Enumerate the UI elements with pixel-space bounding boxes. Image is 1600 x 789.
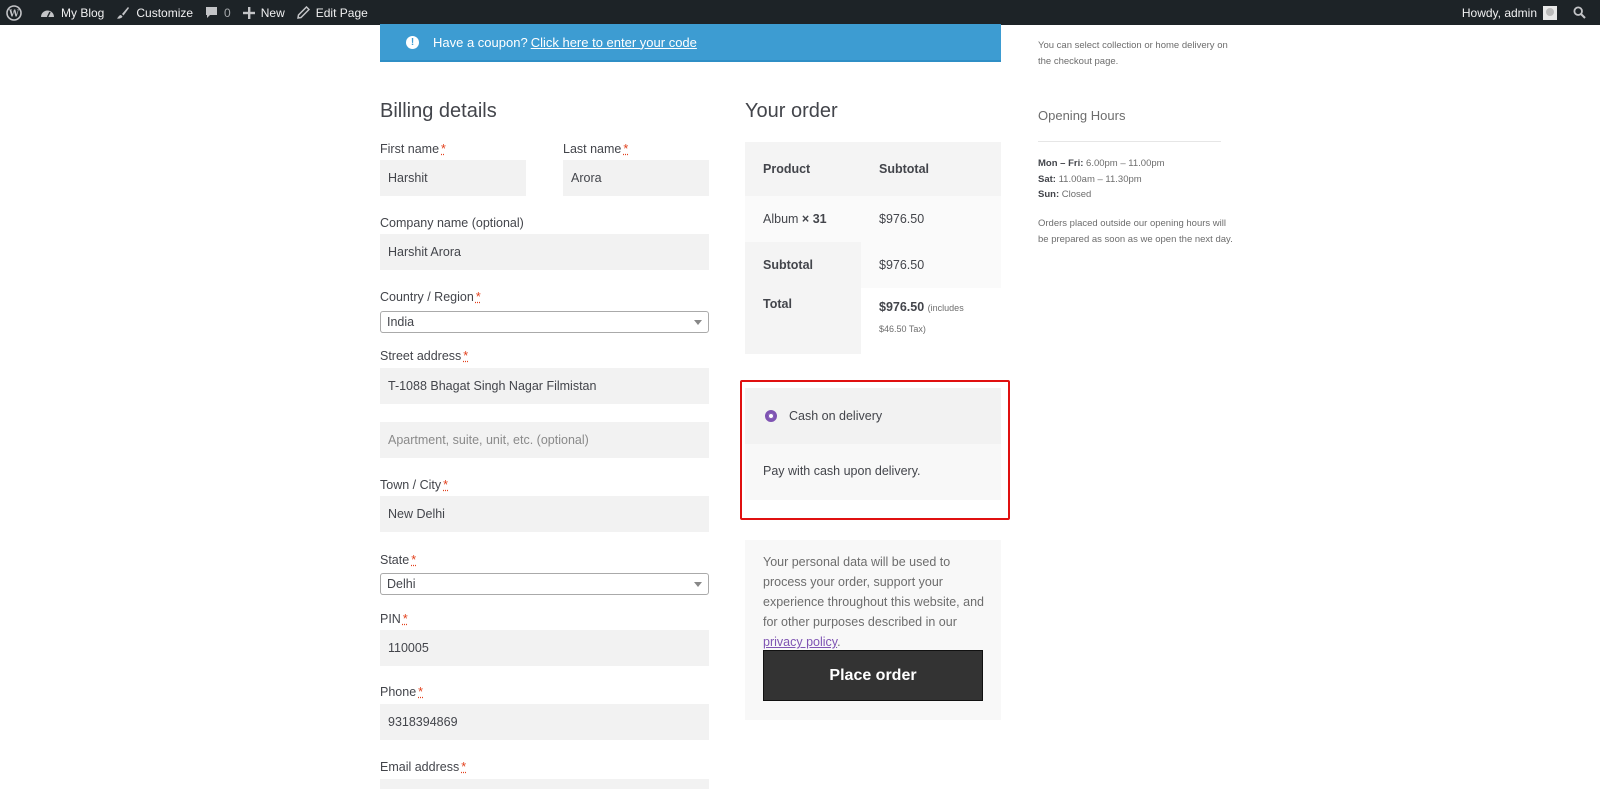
- site-name-link[interactable]: My Blog: [34, 0, 110, 25]
- street-label: Street address *: [380, 349, 469, 363]
- order-title: Your order: [745, 100, 838, 122]
- first-name-label: First name *: [380, 142, 446, 156]
- comment-icon: [206, 7, 218, 18]
- hours-sat: Sat: 11.00am – 11.30pm: [1038, 173, 1142, 185]
- state-select[interactable]: Delhi: [380, 573, 709, 595]
- pencil-icon: [296, 6, 310, 19]
- email-label: Email address *: [380, 760, 467, 774]
- brush-icon: [117, 6, 130, 19]
- pin-label: PIN *: [380, 612, 408, 626]
- phone-label: Phone *: [380, 685, 424, 699]
- last-name-label: Last name *: [563, 142, 629, 156]
- divider: [1038, 141, 1221, 142]
- customize-label: Customize: [136, 5, 194, 20]
- company-input[interactable]: Harshit Arora: [380, 234, 709, 270]
- table-row: Album × 31 $976.50: [745, 196, 1001, 242]
- total-label: Total: [745, 288, 861, 354]
- chevron-down-icon: [694, 582, 702, 587]
- search-icon: [1573, 6, 1586, 19]
- state-selected-value: Delhi: [387, 577, 416, 591]
- howdy-label: Howdy, admin: [1461, 5, 1537, 20]
- country-select[interactable]: India: [380, 311, 709, 333]
- delivery-info: You can select collection or home delive…: [1038, 40, 1228, 67]
- privacy-text: Your personal data will be used to proce…: [763, 555, 984, 649]
- subtotal-label: Subtotal: [745, 242, 861, 288]
- comments-count: 0: [224, 5, 231, 20]
- new-label: New: [260, 5, 285, 20]
- subtotal-header: Subtotal: [879, 162, 929, 176]
- item-name: Album × 31: [763, 212, 827, 226]
- customize-link[interactable]: Customize: [110, 0, 199, 25]
- product-header: Product: [763, 162, 811, 176]
- city-input[interactable]: New Delhi: [380, 496, 709, 532]
- hours-sun: Sun: Closed: [1038, 189, 1092, 200]
- admin-bar: W My Blog Customize 0 New Edit Page Howd…: [0, 0, 1600, 25]
- wordpress-icon: W: [6, 4, 22, 21]
- chevron-down-icon: [694, 320, 702, 325]
- country-selected-value: India: [387, 315, 415, 329]
- dashboard-icon: [41, 10, 54, 17]
- total-value: $976.50: [879, 300, 925, 314]
- site-name-label: My Blog: [61, 5, 105, 20]
- street-input[interactable]: T-1088 Bhagat Singh Nagar Filmistan: [380, 368, 709, 404]
- privacy-policy-link[interactable]: privacy policy: [763, 635, 837, 649]
- subtotal-row: Subtotal $976.50: [745, 242, 1001, 288]
- place-order-button[interactable]: Place order: [763, 650, 983, 701]
- coupon-link[interactable]: Click here to enter your code: [531, 35, 697, 50]
- last-name-input[interactable]: Arora: [563, 160, 709, 196]
- pin-input[interactable]: 110005: [380, 630, 709, 666]
- total-row: Total $976.50 (includes $46.50 Tax): [745, 288, 1001, 354]
- total-tax-line1: (includes: [927, 303, 964, 313]
- opening-hours-list: Mon – Fri: 6.00pm – 11.00pm Sat: 11.00am…: [1038, 156, 1165, 203]
- place-order-section: Your personal data will be used to proce…: [745, 540, 1001, 720]
- admin-search-button[interactable]: [1567, 0, 1600, 25]
- wordpress-logo[interactable]: W: [0, 0, 34, 25]
- total-tax-line2: $46.50 Tax): [879, 324, 926, 334]
- avatar: [1543, 5, 1557, 20]
- subtotal-value: $976.50: [861, 242, 1001, 288]
- highlight-box: [740, 380, 1010, 520]
- opening-hours-title: Opening Hours: [1038, 108, 1126, 123]
- apartment-input[interactable]: Apartment, suite, unit, etc. (optional): [380, 422, 709, 458]
- edit-page-label: Edit Page: [315, 5, 368, 20]
- first-name-input[interactable]: Harshit: [380, 160, 526, 196]
- svg-text:W: W: [8, 9, 20, 19]
- coupon-notice: ! Have a coupon? Click here to enter you…: [380, 24, 1001, 62]
- edit-page-link[interactable]: Edit Page: [291, 0, 374, 25]
- country-label: Country / Region *: [380, 290, 481, 304]
- new-content-link[interactable]: New: [237, 0, 291, 25]
- plus-icon: [242, 6, 255, 19]
- coupon-notice-text: Have a coupon?: [433, 34, 528, 50]
- item-price: $976.50: [879, 212, 925, 226]
- info-icon: !: [406, 35, 419, 49]
- comments-link[interactable]: 0: [199, 0, 237, 25]
- hours-mon-fri: Mon – Fri: 6.00pm – 11.00pm: [1038, 158, 1165, 169]
- city-label: Town / City *: [380, 478, 449, 492]
- email-input[interactable]: [380, 779, 709, 789]
- state-label: State *: [380, 553, 417, 567]
- order-table-header: Product Subtotal: [745, 142, 1001, 196]
- my-account-link[interactable]: Howdy, admin: [1456, 0, 1567, 25]
- billing-title: Billing details: [380, 100, 497, 122]
- phone-input[interactable]: 9318394869: [380, 704, 709, 740]
- total-value-cell: $976.50 (includes $46.50 Tax): [861, 288, 1001, 354]
- hours-note: Orders placed outside our opening hours …: [1038, 218, 1233, 245]
- company-label: Company name (optional): [380, 216, 524, 230]
